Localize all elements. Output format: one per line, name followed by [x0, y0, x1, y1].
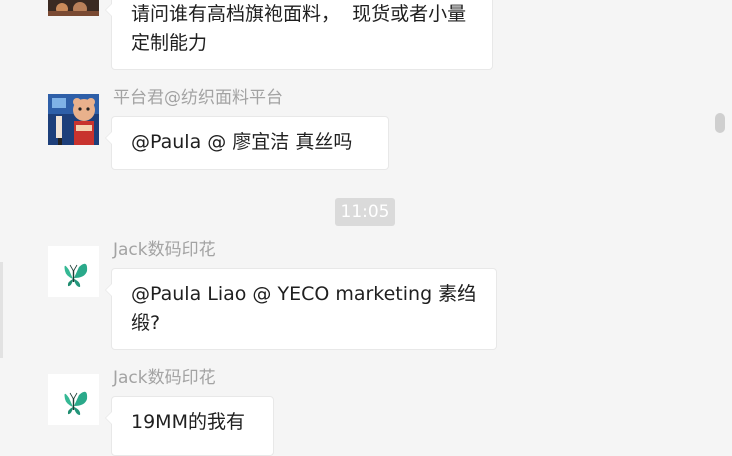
avatar[interactable] — [48, 0, 99, 16]
chat-message-list[interactable]: 请问谁有高档旗袍面料， 现货或者小量定制能力 平台君@纺织面料平台 @Paula… — [0, 0, 732, 456]
message-text: 请问谁有高档旗袍面料， 现货或者小量定制能力 — [131, 3, 467, 54]
sender-name: Jack数码印花 — [113, 240, 216, 260]
message-text: @Paula @ 廖宜洁 真丝吗 — [131, 131, 353, 153]
message-bubble[interactable]: @Paula @ 廖宜洁 真丝吗 — [105, 116, 389, 170]
message-bubble[interactable]: 请问谁有高档旗袍面料， 现货或者小量定制能力 — [105, 0, 493, 70]
scrollbar-thumb[interactable] — [715, 113, 725, 133]
time-divider: 11:05 — [335, 198, 395, 226]
platform-mascot-avatar-icon — [48, 94, 99, 145]
message-bubble[interactable]: @Paula Liao @ YECO marketing 素绉缎? — [105, 268, 497, 350]
butterfly-icon — [48, 374, 99, 425]
message-text: 19MM的我有 — [131, 411, 245, 433]
pane-divider — [0, 262, 3, 358]
butterfly-icon — [48, 246, 99, 297]
avatar[interactable] — [48, 94, 99, 145]
sender-name: Jack数码印花 — [113, 368, 216, 388]
message-text: @Paula Liao @ YECO marketing 素绉缎? — [131, 283, 477, 334]
sender-name: 平台君@纺织面料平台 — [113, 88, 283, 108]
avatar[interactable] — [48, 374, 99, 425]
avatar[interactable] — [48, 246, 99, 297]
user-photo-icon — [48, 0, 99, 16]
message-bubble[interactable]: 19MM的我有 — [105, 396, 274, 456]
